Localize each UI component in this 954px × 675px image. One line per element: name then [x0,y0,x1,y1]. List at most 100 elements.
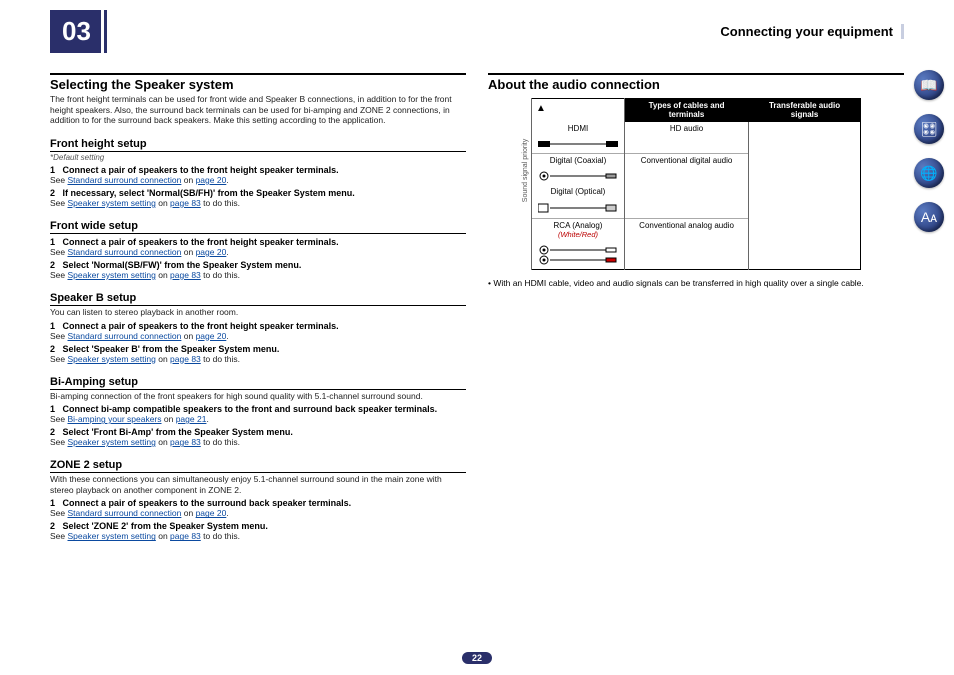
xref-link[interactable]: Speaker system setting [68,531,156,541]
page-link[interactable]: page 20 [196,331,227,341]
see-line: See Speaker system setting on page 83 to… [50,437,466,447]
page-number: 22 [462,652,492,664]
right-column: About the audio connection ▲ Sound signa… [488,63,904,541]
step: 2 Select 'Speaker B' from the Speaker Sy… [50,344,466,354]
signal-cell [625,185,749,219]
section-heading: Front wide setup [50,220,466,234]
step: 2 Select 'ZONE 2' from the Speaker Syste… [50,521,466,531]
page-link[interactable]: page 20 [196,175,227,185]
step: 1 Connect a pair of speakers to the fron… [50,165,466,175]
section-heading: Bi-Amping setup [50,376,466,390]
left-heading: Selecting the Speaker system [50,77,466,92]
sidebar: 📖 🎛 🌐 Aᴀ [914,70,944,232]
globe-icon[interactable]: 🌐 [914,158,944,188]
chapter-title-wrap: Connecting your equipment [720,24,904,39]
cable-name: HDMI [532,122,625,135]
section-heading: Front height setup [50,138,466,152]
cable-diagram [532,167,625,185]
step-text: Select 'ZONE 2' from the Speaker System … [63,521,268,531]
step: 2 Select 'Normal(SB/FW)' from the Speake… [50,260,466,270]
left-intro: The front height terminals can be used f… [50,94,466,126]
see-line: See Speaker system setting on page 83 to… [50,198,466,208]
page-link[interactable]: page 20 [196,508,227,518]
see-line: See Standard surround connection on page… [50,247,466,257]
step-number: 2 [50,344,63,354]
xref-link[interactable]: Bi-amping your speakers [68,414,162,424]
chapter-title: Connecting your equipment [720,24,897,39]
section-desc: With these connections you can simultane… [50,474,466,495]
step-number: 2 [50,188,63,198]
equipment-icon[interactable]: 🎛 [914,114,944,144]
step-number: 1 [50,237,63,247]
page-number-wrap: 22 [462,653,492,663]
see-line: See Standard surround connection on page… [50,331,466,341]
section-heading: ZONE 2 setup [50,459,466,473]
page-link[interactable]: page 20 [196,247,227,257]
xref-link[interactable]: Speaker system setting [68,437,156,447]
signal-cell: Conventional digital audio [625,153,749,185]
xref-link[interactable]: Standard surround connection [68,247,182,257]
page-link[interactable]: page 83 [170,531,201,541]
step: 1 Connect a pair of speakers to the fron… [50,321,466,331]
table-header-types: Types of cables and terminals [625,99,749,122]
see-line: See Standard surround connection on page… [50,175,466,185]
step: 1 Connect a pair of speakers to the fron… [50,237,466,247]
step: 2 Select 'Front Bi-Amp' from the Speaker… [50,427,466,437]
page-link[interactable]: page 83 [170,270,201,280]
section-note: *Default setting [50,153,466,162]
step-text: Connect a pair of speakers to the front … [63,237,339,247]
step-number: 1 [50,498,63,508]
step-text: Select 'Speaker B' from the Speaker Syst… [63,344,280,354]
xref-link[interactable]: Standard surround connection [68,331,182,341]
priority-label: Sound signal priority [522,139,529,202]
page-link[interactable]: page 83 [170,198,201,208]
cable-name: Digital (Optical) [532,185,625,198]
cable-diagram [532,241,625,270]
see-line: See Standard surround connection on page… [50,508,466,518]
book-icon[interactable]: 📖 [914,70,944,100]
step-number: 1 [50,321,63,331]
priority-cell: ▲ Sound signal priority [532,99,625,122]
cable-name: RCA (Analog)(White/Red) [532,218,625,241]
left-column: Selecting the Speaker system The front h… [50,63,466,541]
step-text: If necessary, select 'Normal(SB/FH)' fro… [63,188,355,198]
chapter-number: 03 [50,10,104,53]
audio-table: ▲ Sound signal priority Types of cables … [531,98,861,270]
section-desc: You can listen to stereo playback in ano… [50,307,466,318]
step-text: Connect bi-amp compatible speakers to th… [63,404,438,414]
step-number: 1 [50,165,63,175]
signal-cell: HD audio [625,122,749,154]
page-link[interactable]: page 83 [170,437,201,447]
step-number: 1 [50,404,63,414]
see-line: See Bi-amping your speakers on page 21. [50,414,466,424]
xref-link[interactable]: Speaker system setting [68,270,156,280]
section-desc: Bi-amping connection of the front speake… [50,391,466,402]
see-line: See Speaker system setting on page 83 to… [50,270,466,280]
xref-link[interactable]: Speaker system setting [68,354,156,364]
cable-name: Digital (Coaxial) [532,153,625,167]
arrow-up-icon: ▲ [536,103,546,114]
see-line: See Speaker system setting on page 83 to… [50,354,466,364]
step-text: Connect a pair of speakers to the surrou… [63,498,352,508]
step: 2 If necessary, select 'Normal(SB/FH)' f… [50,188,466,198]
step-text: Select 'Front Bi-Amp' from the Speaker S… [63,427,293,437]
section-heading: Speaker B setup [50,292,466,306]
right-heading: About the audio connection [488,77,904,92]
page-link[interactable]: page 21 [176,414,207,424]
cable-diagram [532,135,625,154]
step-number: 2 [50,260,63,270]
step-text: Connect a pair of speakers to the front … [63,321,339,331]
step-text: Select 'Normal(SB/FW)' from the Speaker … [63,260,302,270]
see-line: See Speaker system setting on page 83 to… [50,531,466,541]
xref-link[interactable]: Standard surround connection [68,175,182,185]
step: 1 Connect a pair of speakers to the surr… [50,498,466,508]
step-number: 2 [50,427,63,437]
step-text: Connect a pair of speakers to the front … [63,165,339,175]
page-link[interactable]: page 83 [170,354,201,364]
xref-link[interactable]: Standard surround connection [68,508,182,518]
table-header-signals: Transferable audio signals [749,99,861,122]
right-bullet: With an HDMI cable, video and audio sign… [488,278,904,289]
letters-icon[interactable]: Aᴀ [914,202,944,232]
step: 1 Connect bi-amp compatible speakers to … [50,404,466,414]
xref-link[interactable]: Speaker system setting [68,198,156,208]
